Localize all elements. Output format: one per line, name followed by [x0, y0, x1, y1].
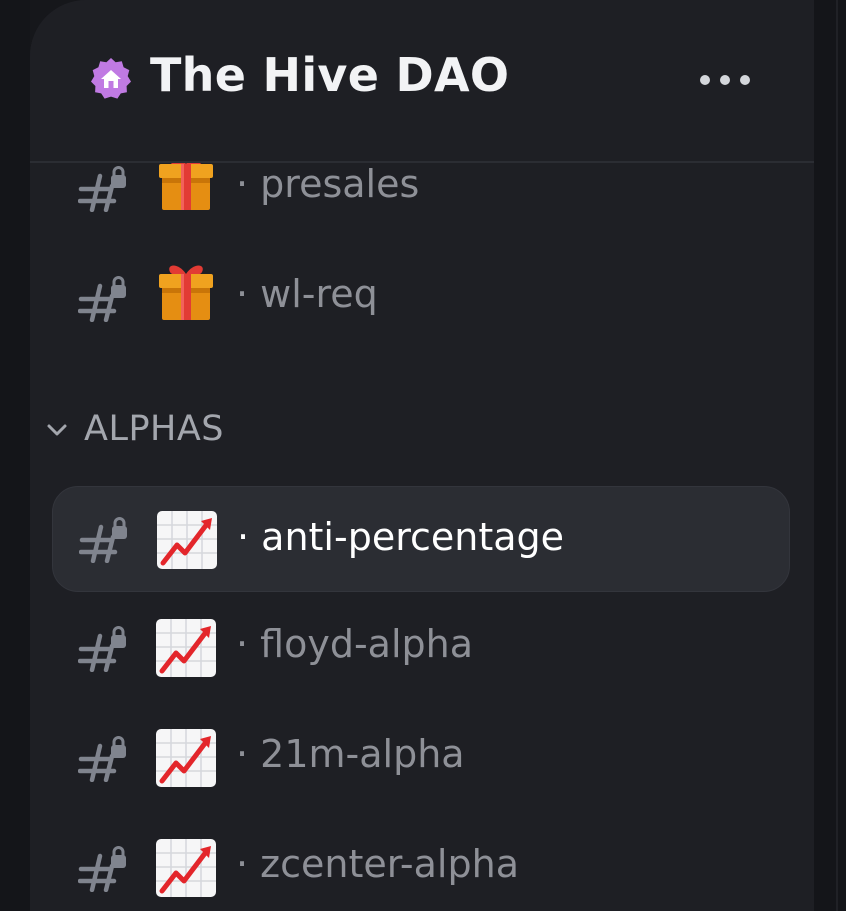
locked-channel-hash-icon: [78, 736, 130, 782]
channel-floyd-alpha[interactable]: · floyd-alpha: [52, 594, 790, 700]
chart-increasing-icon: [154, 726, 218, 790]
category-label: ALPHAS: [84, 409, 225, 449]
category-alphas[interactable]: ALPHAS: [40, 406, 340, 458]
channel-label: · anti-percentage: [237, 515, 565, 559]
channel-label: · presales: [236, 162, 420, 206]
channel-21m-alpha[interactable]: · 21m-alpha: [52, 704, 790, 810]
locked-channel-hash-icon: [78, 166, 130, 212]
channel-label: · 21m-alpha: [236, 732, 465, 776]
channel-label: · zcenter-alpha: [236, 842, 519, 886]
right-edge: [814, 0, 846, 911]
server-name: The Hive DAO: [150, 48, 510, 102]
left-edge: [0, 0, 30, 911]
chart-increasing-icon: [154, 836, 218, 900]
locked-channel-hash-icon: [78, 846, 130, 892]
channel-zcenter-alpha[interactable]: · zcenter-alpha: [52, 814, 790, 911]
locked-channel-hash-icon: [78, 276, 130, 322]
wrapped-gift-icon: [154, 260, 218, 324]
channel-label: · wl-req: [236, 272, 378, 316]
chart-increasing-icon: [155, 508, 219, 572]
server-home-badge-icon: [88, 56, 134, 102]
locked-channel-hash-icon: [78, 626, 130, 672]
channel-wl-req[interactable]: · wl-req: [52, 240, 790, 346]
server-header[interactable]: The Hive DAO: [30, 0, 814, 163]
chart-increasing-icon: [154, 616, 218, 680]
more-dots-icon[interactable]: [690, 62, 760, 98]
chevron-down-icon: [47, 424, 67, 436]
channel-label: · floyd-alpha: [236, 622, 473, 666]
channel-anti-percentage[interactable]: · anti-percentage: [52, 486, 790, 592]
channel-sidebar: The Hive DAO · presales · wl-req ALPHAS …: [30, 0, 814, 911]
locked-channel-hash-icon: [79, 517, 131, 563]
